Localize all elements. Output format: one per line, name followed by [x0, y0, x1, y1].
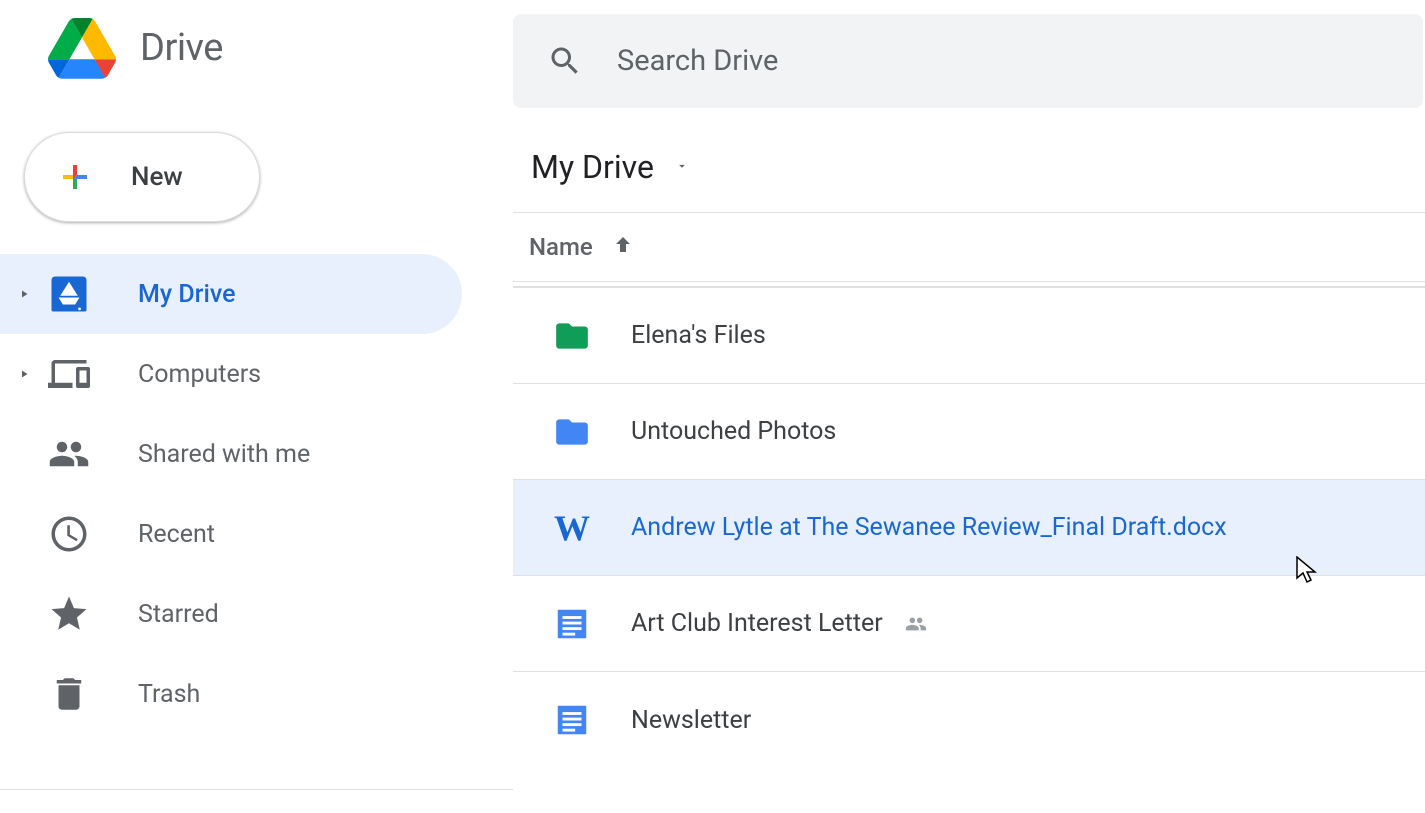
- file-row[interactable]: Art Club Interest Letter: [513, 576, 1425, 672]
- computers-icon: [48, 353, 90, 395]
- expand-arrow-icon: [18, 288, 38, 300]
- sidebar-item-label: Trash: [138, 680, 200, 709]
- file-list: Elena's Files Untouched Photos W Andrew Lyt…: [513, 286, 1425, 768]
- breadcrumb[interactable]: My Drive: [513, 148, 1425, 186]
- file-name: Art Club Interest Letter: [631, 609, 883, 638]
- file-name: Andrew Lytle at The Sewanee Review_Final…: [631, 513, 1227, 542]
- folder-icon: [553, 317, 591, 355]
- chevron-down-icon: [672, 158, 692, 177]
- sidebar-item-label: Recent: [138, 520, 215, 549]
- shared-icon: [901, 613, 931, 635]
- sidebar-item-label: Shared with me: [138, 440, 310, 469]
- main-content: My Drive Name Elena's Files Untouched Pho…: [513, 0, 1425, 813]
- sort-ascending-icon: [611, 233, 635, 261]
- doc-icon: [553, 605, 591, 643]
- drive-icon: [48, 273, 90, 315]
- sidebar-item-label: My Drive: [138, 280, 236, 309]
- search-input[interactable]: [617, 44, 1317, 78]
- sidebar-item-starred[interactable]: Starred: [0, 574, 462, 654]
- expand-arrow-icon: [18, 368, 38, 380]
- sidebar-item-recent[interactable]: Recent: [0, 494, 462, 574]
- star-icon: [48, 593, 90, 635]
- logo[interactable]: Drive: [0, 18, 513, 78]
- file-row[interactable]: W Andrew Lytle at The Sewanee Review_Fina…: [513, 480, 1425, 576]
- file-row[interactable]: Untouched Photos: [513, 384, 1425, 480]
- sidebar-item-trash[interactable]: Trash: [0, 654, 462, 734]
- sidebar-item-label: Starred: [138, 600, 219, 629]
- list-header[interactable]: Name: [513, 212, 1425, 282]
- word-icon: W: [553, 509, 591, 547]
- recent-icon: [48, 513, 90, 555]
- sidebar-item-my-drive[interactable]: My Drive: [0, 254, 462, 334]
- sidebar: Drive New My Drive Computers Shared with m…: [0, 0, 513, 790]
- sidebar-item-computers[interactable]: Computers: [0, 334, 462, 414]
- trash-icon: [48, 673, 90, 715]
- file-row[interactable]: Elena's Files: [513, 288, 1425, 384]
- drive-logo-icon: [48, 18, 116, 78]
- column-name: Name: [529, 233, 593, 261]
- file-name: Elena's Files: [631, 321, 766, 350]
- search-bar[interactable]: [513, 14, 1423, 108]
- search-icon: [547, 43, 583, 79]
- sidebar-item-shared-with-me[interactable]: Shared with me: [0, 414, 462, 494]
- sidebar-item-label: Computers: [138, 360, 261, 389]
- new-button-label: New: [131, 162, 183, 192]
- doc-icon: [553, 701, 591, 739]
- plus-icon: [57, 159, 93, 195]
- file-name: Untouched Photos: [631, 417, 836, 446]
- folder-icon: [553, 413, 591, 451]
- new-button[interactable]: New: [24, 132, 260, 222]
- breadcrumb-label: My Drive: [531, 148, 654, 186]
- file-row[interactable]: Newsletter: [513, 672, 1425, 768]
- file-name: Newsletter: [631, 706, 751, 735]
- app-name: Drive: [140, 26, 223, 70]
- shared-icon: [48, 433, 90, 475]
